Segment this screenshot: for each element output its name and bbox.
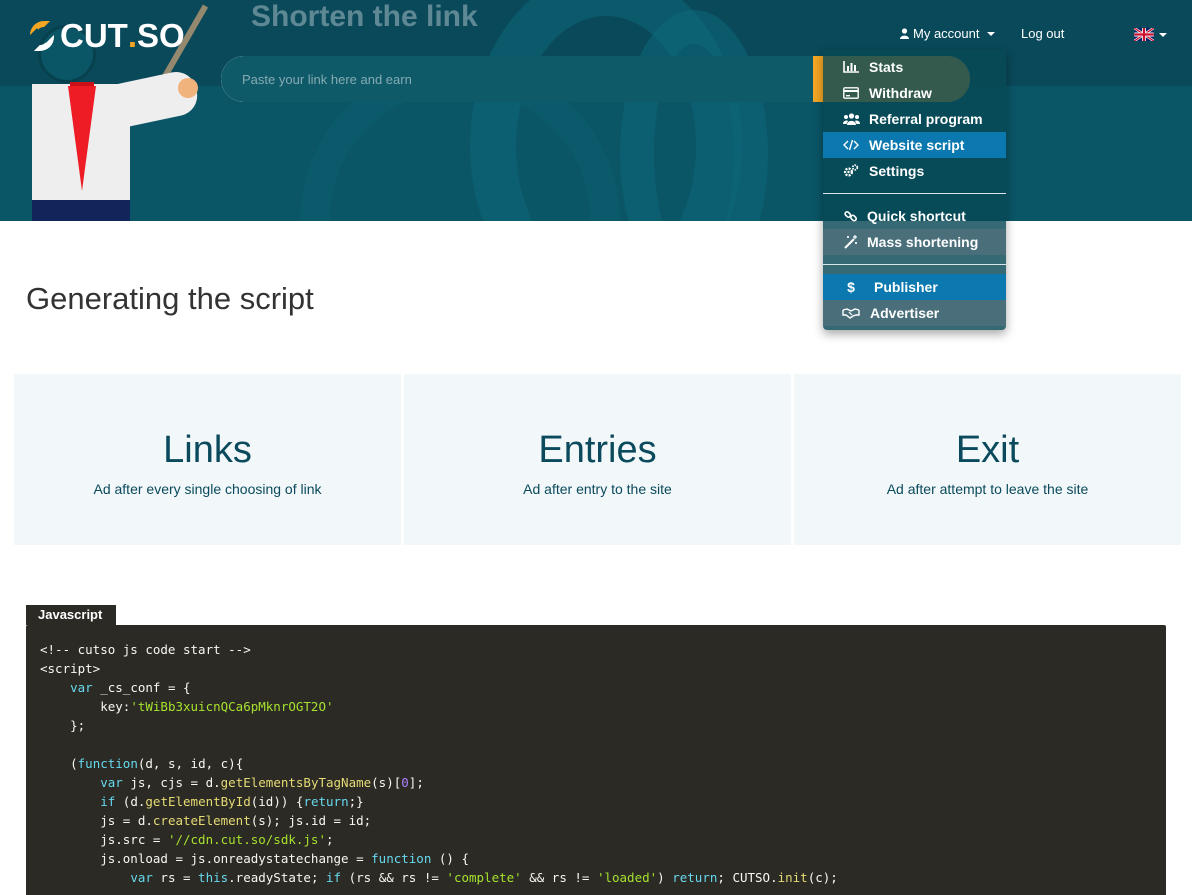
menu-item-advertiser[interactable]: Advertiser [823,300,1006,326]
users-icon [842,113,860,125]
hero-title: Shorten the link [251,0,478,33]
code-key-value: tWiBb3xuicnQCa6pMknrOGT2O [137,699,326,714]
menu-item-label: Stats [869,59,904,75]
cogs-icon [842,164,860,178]
card-entries[interactable]: Entries Ad after entry to the site [404,374,791,545]
menu-item-publisher[interactable]: $ Publisher [823,274,1006,300]
user-icon [900,28,909,39]
account-dropdown: Stats Withdraw Referral program Website … [823,50,1006,330]
menu-item-label: Publisher [874,279,938,295]
bar-chart-icon [842,61,860,73]
card-title: Entries [538,429,657,471]
language-selector[interactable] [1134,28,1167,41]
chevron-down-icon [987,31,996,36]
dollar-icon: $ [847,279,855,295]
link-icon [842,209,860,223]
my-account-menu[interactable]: My account [900,26,996,41]
menu-item-label: Settings [869,163,925,179]
link-input[interactable] [221,56,815,102]
menu-item-label: Website script [869,137,965,153]
logo-suffix: SO [137,17,185,54]
menu-item-website-script[interactable]: Website script [823,132,1006,158]
code-content: <!-- cutso js code start --> <script> va… [40,642,838,885]
menu-item-withdraw[interactable]: Withdraw [823,80,1006,106]
code-block[interactable]: <!-- cutso js code start --> <script> va… [26,625,1166,895]
menu-item-label: Advertiser [870,305,940,321]
code-line: <script> [40,661,101,676]
menu-item-referral-program[interactable]: Referral program [823,106,1006,132]
code-icon [842,139,860,151]
menu-item-mass-shortening[interactable]: Mass shortening [823,229,1006,255]
card-subtitle: Ad after attempt to leave the site [886,481,1089,497]
logout-link[interactable]: Log out [1021,26,1064,41]
card-links[interactable]: Links Ad after every single choosing of … [14,374,401,545]
menu-divider [823,193,1006,194]
menu-item-stats[interactable]: Stats [823,54,1006,80]
menu-item-label: Mass shortening [867,234,979,250]
menu-item-label: Withdraw [869,85,932,101]
handshake-icon [842,307,860,319]
page-title: Generating the script [26,281,314,316]
uk-flag-icon [1134,28,1154,41]
cutso-logo[interactable]: CUT. SO [30,16,185,56]
menu-item-label: Quick shortcut [867,208,966,224]
code-sdk-url: //cdn.cut.so/sdk.js [175,832,319,847]
chevron-down-icon [1159,32,1167,37]
menu-item-settings[interactable]: Settings [823,158,1006,184]
code-line: <!-- cutso js code start --> [40,642,251,657]
menu-item-quick-shortcut[interactable]: Quick shortcut [823,203,1006,229]
code-language-tab[interactable]: Javascript [26,605,116,625]
card-subtitle: Ad after entry to the site [523,481,672,497]
menu-divider [823,264,1006,265]
logo-dot: . [127,17,137,54]
my-account-label: My account [913,26,980,41]
card-title: Exit [955,429,1020,471]
card-title: Links [163,429,252,471]
menu-item-label: Referral program [869,111,983,127]
card-subtitle: Ad after every single choosing of link [93,481,322,497]
card-exit[interactable]: Exit Ad after attempt to leave the site [794,374,1181,545]
credit-card-icon [842,87,860,99]
magic-wand-icon [842,235,860,249]
logo-text: CUT [60,17,128,54]
logo-mark-icon [30,21,56,51]
